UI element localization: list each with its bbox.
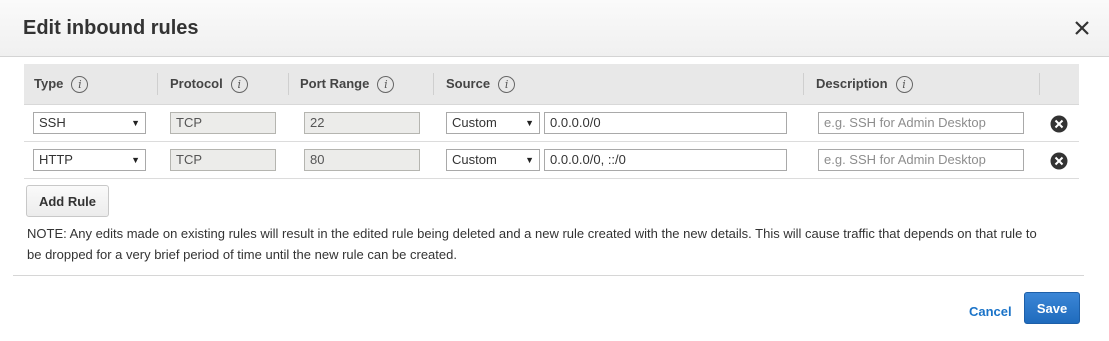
- divider: [13, 275, 1084, 276]
- protocol-field: TCP: [170, 149, 276, 171]
- column-separator: [157, 73, 158, 95]
- header-description: Description i: [816, 64, 913, 104]
- header-port-range: Port Range i: [300, 64, 395, 104]
- source-input[interactable]: 0.0.0.0/0, ::/0: [544, 149, 787, 171]
- header-protocol: Protocol i: [170, 64, 248, 104]
- remove-rule-icon[interactable]: [1050, 152, 1068, 170]
- column-separator: [433, 73, 434, 95]
- column-separator: [1039, 73, 1040, 95]
- chevron-down-icon: ▼: [525, 155, 534, 165]
- port-range-field: 22: [304, 112, 420, 134]
- dialog-title: Edit inbound rules: [23, 17, 199, 39]
- remove-rule-icon[interactable]: [1050, 115, 1068, 133]
- port-range-field: 80: [304, 149, 420, 171]
- source-select[interactable]: Custom ▼: [446, 112, 540, 134]
- add-rule-button[interactable]: Add Rule: [26, 185, 109, 217]
- inbound-rules-table: Type i Protocol i Port Range i Source i Desc…: [24, 64, 1079, 179]
- header-source: Source i: [446, 64, 516, 104]
- source-select[interactable]: Custom ▼: [446, 149, 540, 171]
- chevron-down-icon: ▼: [131, 155, 140, 165]
- table-row: SSH ▼ TCP 22 Custom ▼ 0.0.0.0/0 e.g. SSH f…: [24, 105, 1079, 142]
- type-select[interactable]: HTTP ▼: [33, 149, 146, 171]
- chevron-down-icon: ▼: [525, 118, 534, 128]
- column-separator: [803, 73, 804, 95]
- type-select[interactable]: SSH ▼: [33, 112, 146, 134]
- close-icon[interactable]: [1071, 17, 1093, 39]
- info-icon[interactable]: i: [377, 76, 395, 94]
- info-icon[interactable]: i: [895, 76, 913, 94]
- info-icon[interactable]: i: [498, 76, 516, 94]
- table-row: HTTP ▼ TCP 80 Custom ▼ 0.0.0.0/0, ::/0 e.g…: [24, 142, 1079, 179]
- table-header: Type i Protocol i Port Range i Source i Desc…: [24, 64, 1079, 105]
- edit-warning-note: NOTE: Any edits made on existing rules w…: [27, 226, 1037, 262]
- description-input[interactable]: e.g. SSH for Admin Desktop: [818, 112, 1024, 134]
- column-separator: [288, 73, 289, 95]
- description-input[interactable]: e.g. SSH for Admin Desktop: [818, 149, 1024, 171]
- info-icon[interactable]: i: [230, 76, 248, 94]
- source-input[interactable]: 0.0.0.0/0: [544, 112, 787, 134]
- save-button[interactable]: Save: [1024, 292, 1080, 324]
- info-icon[interactable]: i: [71, 76, 89, 94]
- chevron-down-icon: ▼: [131, 118, 140, 128]
- dialog-header: Edit inbound rules: [0, 0, 1109, 57]
- header-type: Type i: [34, 64, 89, 104]
- protocol-field: TCP: [170, 112, 276, 134]
- cancel-button[interactable]: Cancel: [969, 304, 1012, 319]
